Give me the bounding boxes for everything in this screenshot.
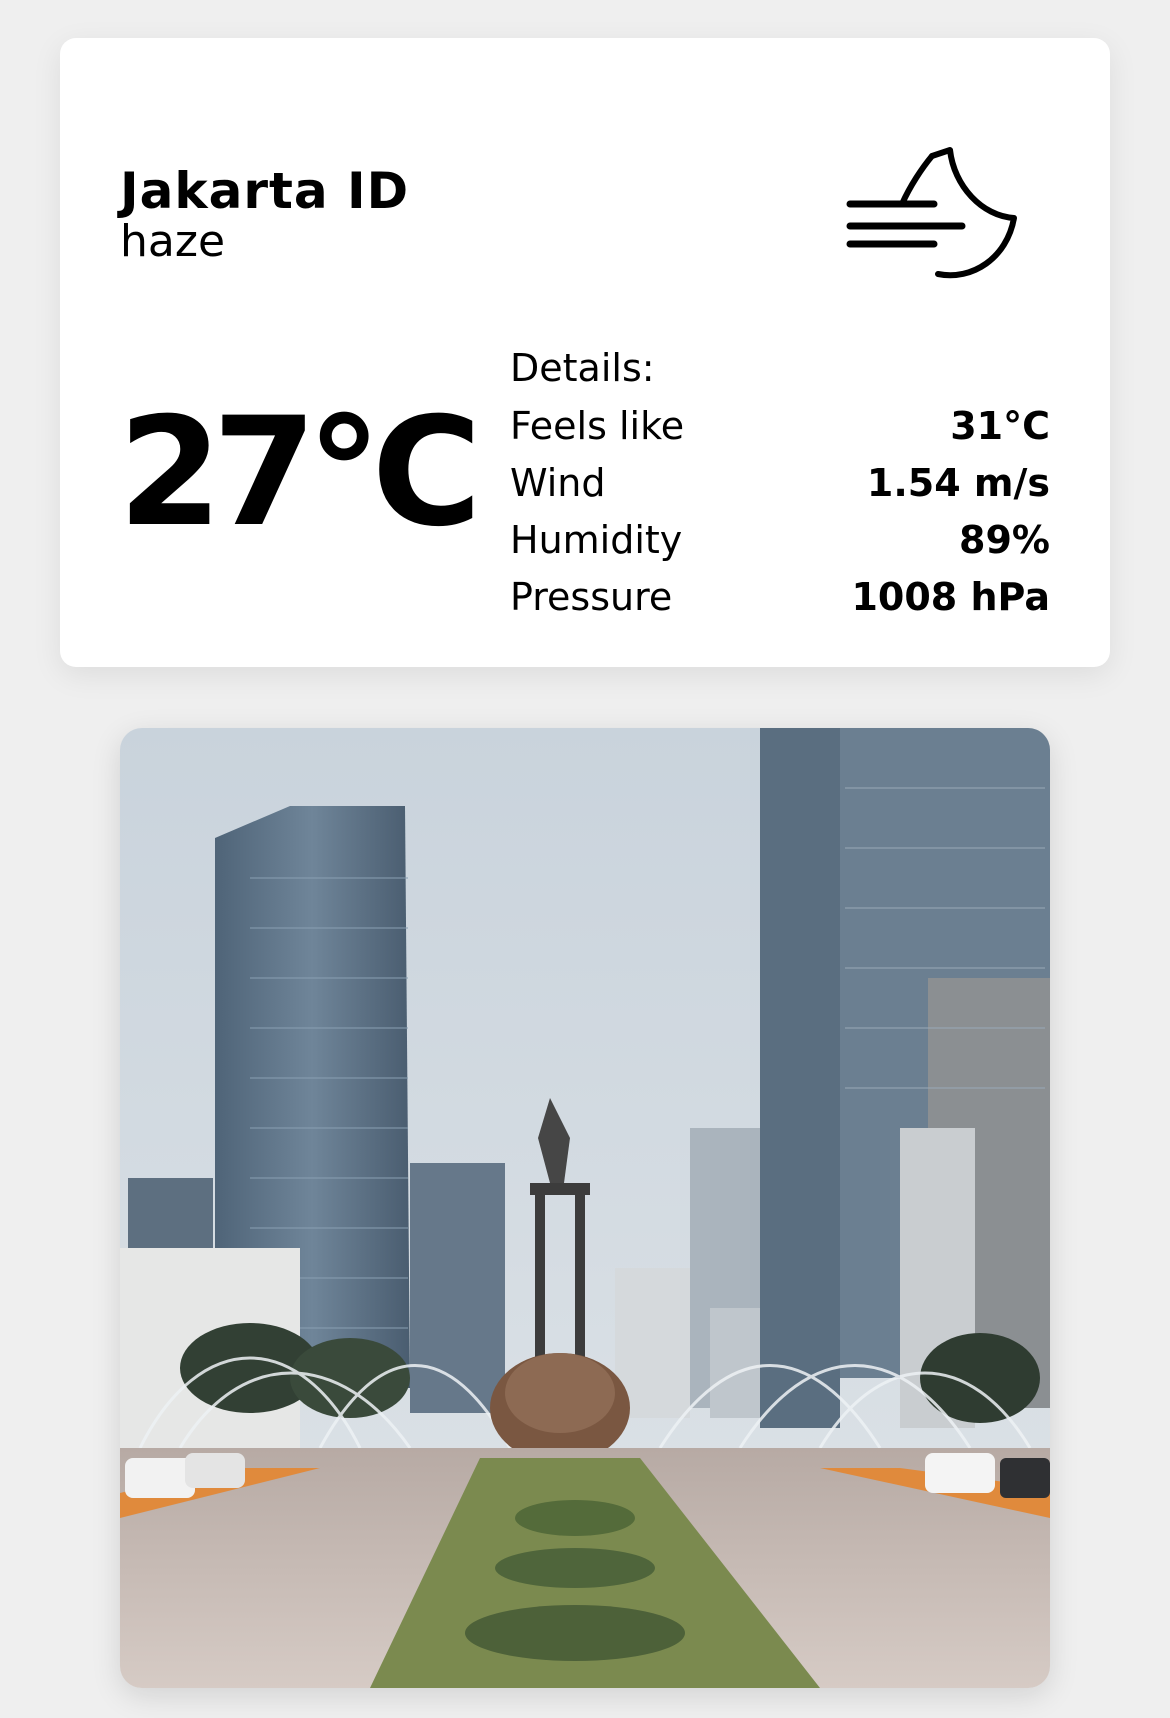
detail-row-pressure: Pressure 1008 hPa	[510, 568, 1050, 625]
detail-label: Wind	[510, 460, 606, 505]
detail-label: Pressure	[510, 574, 673, 619]
details-panel: Details: Feels like 31°C Wind 1.54 m/s H…	[510, 340, 1050, 625]
detail-row-wind: Wind 1.54 m/s	[510, 454, 1050, 511]
detail-value: 31°C	[950, 403, 1050, 448]
weather-card: Jakarta ID haze 27°C Details: Feels like…	[60, 38, 1110, 667]
detail-value: 89%	[959, 517, 1050, 562]
detail-value: 1008 hPa	[851, 574, 1050, 619]
detail-value: 1.54 m/s	[866, 460, 1050, 505]
haze-night-icon	[842, 146, 1032, 296]
weather-description: haze	[120, 216, 226, 267]
city-name: Jakarta ID	[120, 162, 410, 220]
current-temperature: 27°C	[118, 386, 482, 560]
detail-row-humidity: Humidity 89%	[510, 511, 1050, 568]
detail-label: Humidity	[510, 517, 683, 562]
detail-row-feels-like: Feels like 31°C	[510, 397, 1050, 454]
detail-label: Feels like	[510, 403, 685, 448]
details-title: Details:	[510, 346, 655, 390]
city-photo	[120, 728, 1050, 1688]
